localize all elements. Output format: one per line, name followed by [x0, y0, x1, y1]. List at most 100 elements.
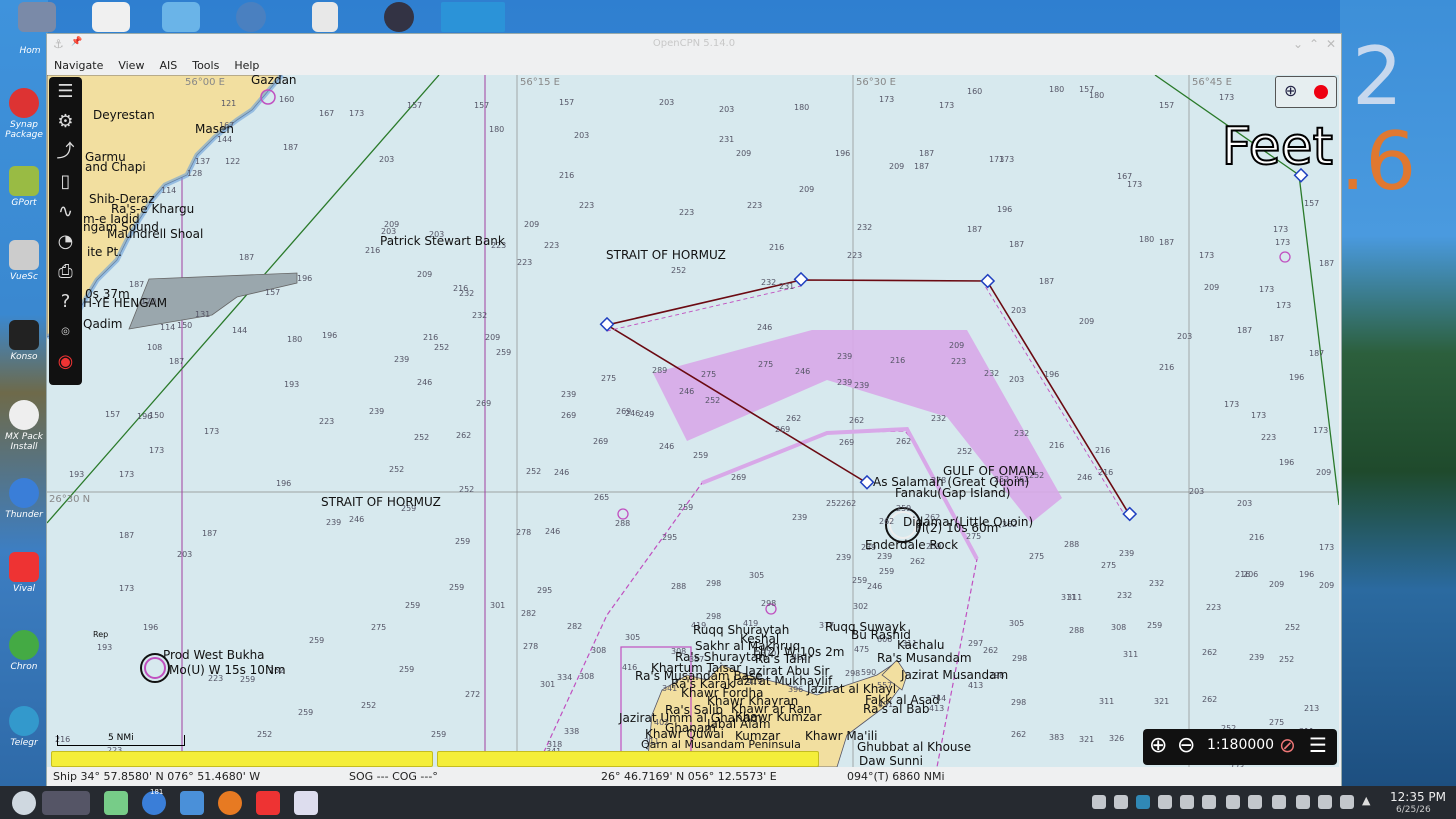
tray-icon-2[interactable]: [1114, 795, 1128, 809]
tray-telegram-icon[interactable]: [1136, 795, 1150, 809]
help-icon[interactable]: ?: [49, 287, 82, 317]
label-strait-of-hormuz-top: STRAIT OF HORMUZ: [606, 248, 726, 262]
tray-bluetooth-icon[interactable]: [1296, 795, 1310, 809]
tray-icon-4[interactable]: [1158, 795, 1172, 809]
depth-sounding: 239: [561, 390, 577, 399]
menu-view[interactable]: View: [118, 59, 144, 72]
depth-sounding: 259: [455, 537, 471, 546]
depth-sounding: 262: [1011, 730, 1027, 739]
desktop-icon-gparted[interactable]: GPort: [2, 166, 46, 208]
taskbar-app-icon[interactable]: [104, 791, 128, 815]
start-menu-icon[interactable]: [12, 791, 36, 815]
depth-sounding: 137: [195, 157, 211, 166]
depth-sounding: 209: [1269, 580, 1285, 589]
menu-icon[interactable]: ☰: [49, 77, 82, 107]
waypoint-marker-2: [793, 271, 809, 287]
depth-sounding: 262: [879, 517, 895, 526]
depth-sounding: 272: [465, 690, 481, 699]
desktop-icon-synaptic[interactable]: Synap Package: [2, 88, 46, 140]
maximize-icon[interactable]: ⌃: [1309, 37, 1319, 51]
tide-icon[interactable]: ◔: [49, 227, 82, 257]
taskbar-firefox-icon[interactable]: [218, 791, 242, 815]
window-title: OpenCPN 5.14.0: [652, 38, 736, 49]
desktop-folder-icon[interactable]: [18, 2, 56, 32]
depth-sounding: 187: [119, 531, 135, 540]
tray-expand-icon[interactable]: ▲: [1362, 794, 1370, 807]
compass-widget[interactable]: ⊕: [1275, 76, 1337, 108]
chart-menu-icon[interactable]: ☰: [1309, 733, 1327, 757]
depth-sounding: 187: [1269, 334, 1285, 343]
zoom-controls: ⊕ ⊖ 1:180000 ⊘ ☰: [1143, 729, 1337, 765]
depth-sounding: 209: [736, 149, 752, 158]
depth-sounding: 187: [202, 529, 218, 538]
route-icon[interactable]: ⤴: [49, 137, 82, 167]
mob-lifebuoy-icon[interactable]: ◉: [49, 347, 82, 377]
title-bar[interactable]: ⚓ 📌 OpenCPN 5.14.0 ⌄ ⌃ ✕: [47, 34, 1341, 56]
depth-sounding: 196: [1044, 370, 1060, 379]
pager-icon[interactable]: [42, 791, 90, 815]
caution-mark-1: [617, 508, 629, 520]
tray-terminal-icon[interactable]: [1180, 795, 1194, 809]
desktop-icon-vivaldi[interactable]: Vival: [2, 552, 46, 594]
desktop-icon-konsole[interactable]: Konso: [2, 320, 46, 362]
depth-sounding: 157: [105, 410, 121, 419]
menu-tools[interactable]: Tools: [192, 59, 219, 72]
desktop-icon-vuescan[interactable]: VueSc: [2, 240, 46, 282]
desktop-camera-icon[interactable]: [384, 2, 414, 32]
desktop-acrobat-icon[interactable]: [92, 2, 130, 32]
dashboard-icon[interactable]: ◎: [49, 317, 82, 347]
depth-sounding: 209: [1079, 317, 1095, 326]
zoom-out-icon[interactable]: ⊖: [1177, 733, 1195, 758]
depth-sounding: 232: [1014, 429, 1030, 438]
taskbar-opencpn-icon[interactable]: [294, 791, 318, 815]
tray-icon-1[interactable]: [1092, 795, 1106, 809]
depth-sounding: 269: [731, 473, 747, 482]
minimize-icon[interactable]: ⌄: [1293, 37, 1303, 51]
chart-canvas[interactable]: 56°00 E 56°15 E 56°30 E 56°45 E 26°30 N …: [47, 75, 1339, 767]
label-mo-u: Mo(U) W 15s 10Nm: [169, 663, 286, 677]
tray-clipboard-icon[interactable]: [1202, 795, 1216, 809]
taskbar-time[interactable]: 12:35 PM: [1390, 790, 1446, 804]
desktop-icon-mx-package[interactable]: MX Pack Install: [2, 400, 46, 452]
depth-sounding: 157: [559, 98, 575, 107]
label-white-pt: ite Pt.: [87, 245, 122, 259]
tray-display-icon[interactable]: [1340, 795, 1354, 809]
desktop-icon-thunderbird[interactable]: Thunder: [2, 478, 46, 520]
desktop-globe-icon[interactable]: [236, 2, 266, 32]
label-west-bukha: Prod West Bukha: [163, 648, 265, 662]
label-ghubbat-al-khouse: Ghubbat al Khouse: [857, 740, 972, 754]
print-icon[interactable]: ⎙: [49, 257, 82, 287]
chart-bar-1[interactable]: [51, 751, 433, 767]
taskbar-vivaldi-icon[interactable]: [256, 791, 280, 815]
desktop-icon-chrome[interactable]: Chron: [2, 630, 46, 672]
depth-sounding: 298: [1011, 698, 1027, 707]
desktop-icon-telegram[interactable]: Telegr: [2, 706, 46, 748]
tray-power-icon[interactable]: [1226, 795, 1240, 809]
depth-sounding: 239: [837, 378, 853, 387]
depth-sounding: 232: [931, 414, 947, 423]
tray-settings-icon[interactable]: [1272, 795, 1286, 809]
chart-bar-2[interactable]: [437, 751, 819, 767]
depth-sounding: 252: [526, 467, 542, 476]
desktop-app-icon[interactable]: [162, 2, 200, 32]
menu-navigate[interactable]: Navigate: [54, 59, 103, 72]
depth-sounding: 187: [129, 280, 145, 289]
close-icon[interactable]: ✕: [1326, 37, 1336, 51]
zoom-in-icon[interactable]: ⊕: [1149, 733, 1167, 758]
depth-sounding: 262: [786, 414, 802, 423]
route-manager-icon[interactable]: ▯: [49, 167, 82, 197]
taskbar-date[interactable]: 6/25/26: [1396, 805, 1431, 815]
depth-sounding: 122: [225, 157, 241, 166]
track-icon[interactable]: ∿: [49, 197, 82, 227]
desktop-aperture-icon[interactable]: [441, 2, 505, 32]
taskbar-files-icon[interactable]: [180, 791, 204, 815]
menu-help[interactable]: Help: [234, 59, 259, 72]
nav-mode-icon[interactable]: ⊘: [1279, 733, 1296, 757]
tray-volume-icon[interactable]: [1248, 795, 1262, 809]
desktop-document-icon[interactable]: [312, 2, 338, 32]
tray-usb-icon[interactable]: [1318, 795, 1332, 809]
taskbar-thunderbird-icon[interactable]: 181: [142, 788, 166, 815]
depth-sounding: 196: [1279, 458, 1295, 467]
settings-gear-icon[interactable]: ⚙: [49, 107, 82, 137]
menu-ais[interactable]: AIS: [159, 59, 177, 72]
